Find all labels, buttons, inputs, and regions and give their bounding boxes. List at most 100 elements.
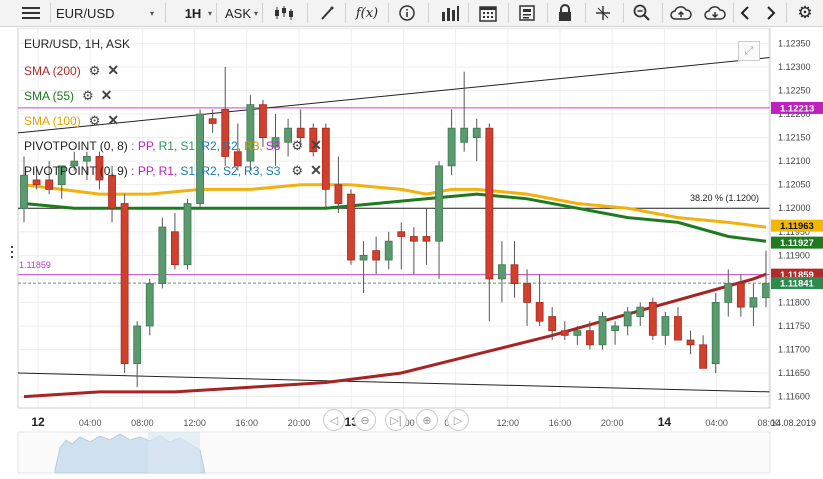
candle-body[interactable] [573, 330, 582, 336]
candle-body[interactable] [711, 302, 720, 365]
candle-body[interactable] [636, 306, 645, 317]
candle-body[interactable] [497, 264, 506, 280]
candle-body[interactable] [648, 302, 657, 336]
candle-body[interactable] [45, 179, 54, 190]
candle-body[interactable] [145, 283, 154, 327]
lock-button[interactable] [552, 0, 578, 26]
candle-body[interactable] [321, 127, 330, 190]
settings-button[interactable]: ⚙ [792, 0, 818, 26]
settings-icon: ⚙ [797, 3, 813, 22]
cloud-upload-button[interactable] [666, 0, 696, 26]
candle-body[interactable] [409, 236, 418, 242]
next-button[interactable] [760, 0, 782, 26]
toolbar-divider [786, 3, 787, 23]
candle-body[interactable] [334, 184, 343, 204]
symbol-selector[interactable]: EUR/USD ▾ [56, 0, 160, 26]
zoom-out-button[interactable]: ⊖ [354, 409, 376, 431]
toolbar-divider [345, 3, 346, 23]
gear-icon[interactable]: ⚙ [291, 163, 303, 179]
time-tick-label: 20:00 [601, 418, 624, 428]
gear-icon[interactable]: ⚙ [89, 113, 101, 129]
candle-body[interactable] [548, 316, 557, 332]
gear-icon[interactable]: ⚙ [291, 138, 303, 154]
candle-body[interactable] [736, 283, 745, 308]
candle-body[interactable] [510, 264, 519, 284]
candle-body[interactable] [397, 231, 406, 237]
gear-icon[interactable]: ⚙ [82, 88, 94, 104]
candle-body[interactable] [447, 127, 456, 167]
candle-body[interactable] [724, 283, 733, 303]
candle-body[interactable] [661, 316, 670, 336]
panel-resize-handle[interactable] [11, 246, 14, 260]
toolbar-divider [50, 3, 51, 23]
candle-body[interactable] [120, 203, 129, 365]
draw-tool-button[interactable] [312, 0, 342, 26]
zoom-in-button[interactable]: ⊕ [416, 409, 438, 431]
price-tick-label: 1.11600 [778, 392, 810, 402]
close-icon[interactable]: ✕ [107, 62, 119, 79]
candle-body[interactable] [82, 156, 91, 162]
legend-sma-55[interactable]: SMA (55) ⚙ ✕ [24, 87, 112, 104]
candle-body[interactable] [674, 316, 682, 341]
calendar-button[interactable] [474, 0, 502, 26]
candle-body[interactable] [523, 283, 531, 303]
close-icon[interactable]: ✕ [101, 87, 113, 104]
candle-body[interactable] [762, 283, 770, 299]
candle-body[interactable] [560, 330, 569, 336]
candle-body[interactable] [196, 113, 204, 204]
candle-body[interactable] [598, 316, 607, 346]
candle-body[interactable] [586, 330, 594, 346]
candle-body[interactable] [749, 297, 758, 308]
candle-body[interactable] [208, 118, 217, 124]
scroll-left-button[interactable]: ◁ [323, 409, 345, 431]
chart-type-button[interactable] [267, 0, 301, 26]
cloud-download-button[interactable] [700, 0, 730, 26]
overview-window[interactable] [148, 432, 200, 473]
price-chart[interactable]: 1.123501.123001.122501.122001.121501.121… [0, 28, 823, 479]
menu-button[interactable] [12, 0, 50, 26]
candle-body[interactable] [158, 226, 167, 284]
candle-body[interactable] [485, 127, 494, 280]
candle-body[interactable] [347, 193, 355, 261]
legend-sma-100[interactable]: SMA (100) ⚙ ✕ [24, 112, 119, 129]
candle-body[interactable] [259, 104, 267, 138]
timeframe-selector[interactable]: 1H ▾ [170, 0, 216, 26]
chart-area[interactable]: 1.12350 1.12300 1.12250 1.12200 1.12150 1.121… [0, 28, 823, 479]
candle-body[interactable] [183, 203, 192, 266]
candle-body[interactable] [686, 339, 695, 346]
zoom-button[interactable] [628, 0, 656, 26]
candle-body[interactable] [20, 174, 28, 209]
candle-body[interactable] [108, 174, 116, 209]
legend-pivot-1[interactable]: PIVOTPOINT (0, 8) : PP, R1, S1, R2, S2, R3, S3… [24, 137, 322, 154]
close-icon[interactable]: ✕ [310, 162, 322, 179]
close-icon[interactable]: ✕ [310, 137, 322, 154]
legend-pivot-2[interactable]: PIVOTPOINT (0, 9) : PP, R1, S1, R2, S2, R3, S3… [24, 162, 322, 179]
gear-icon[interactable]: ⚙ [89, 63, 101, 79]
candle-body[interactable] [435, 165, 443, 242]
info-button[interactable] [394, 0, 420, 26]
candle-body[interactable] [422, 236, 431, 242]
price-type-selector[interactable]: ASK ▾ [220, 0, 258, 26]
scroll-right-button[interactable]: ▷ [447, 409, 469, 431]
candle-body[interactable] [460, 127, 469, 143]
close-icon[interactable]: ✕ [107, 112, 119, 129]
candle-body[interactable] [472, 127, 481, 138]
legend-sma-200[interactable]: SMA (200) ⚙ ✕ [24, 62, 119, 79]
candle-body[interactable] [171, 231, 179, 266]
volume-button[interactable] [436, 0, 464, 26]
prev-button[interactable] [734, 0, 756, 26]
candle-body[interactable] [384, 240, 393, 261]
candle-body[interactable] [535, 302, 544, 322]
candle-body[interactable] [611, 325, 619, 332]
crosshair-button[interactable] [590, 0, 616, 26]
candle-body[interactable] [133, 325, 142, 365]
indicators-button[interactable]: f(x) [350, 0, 384, 26]
reset-button[interactable]: ▷| [385, 409, 407, 431]
candle-body[interactable] [699, 344, 708, 369]
news-button[interactable] [513, 0, 541, 26]
candle-body[interactable] [372, 250, 381, 261]
candle-body[interactable] [32, 179, 41, 186]
candle-body[interactable] [623, 311, 632, 327]
candle-body[interactable] [359, 254, 368, 261]
expand-button[interactable]: ⤢ [738, 41, 760, 61]
